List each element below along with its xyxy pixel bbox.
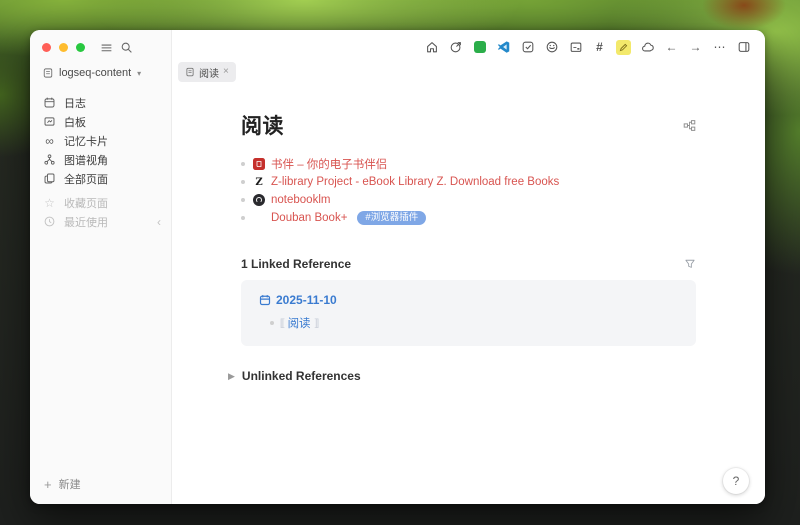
page-title: 阅读	[241, 115, 284, 138]
hash-icon[interactable]: #	[591, 39, 608, 56]
page-reference-link[interactable]: 阅读	[288, 315, 311, 331]
bullet-dot[interactable]	[241, 162, 245, 166]
bullet-list: 书伴 – 你的电子书伴侣 Z Z-library Project - eBook…	[241, 155, 725, 227]
whiteboard-icon	[44, 117, 55, 126]
sidebar-item-all-pages[interactable]: 全部页面	[30, 169, 171, 188]
smiley-plugin-icon[interactable]	[543, 39, 560, 56]
sidebar-item-label: 记忆卡片	[64, 135, 108, 148]
plugins-cloud-icon[interactable]	[639, 39, 656, 56]
main-area: # ← → ⋯ 阅读 × 阅读 书伴 – 你的电子书伴侣 Z Z-library…	[172, 30, 765, 504]
logseq-window: logseq-content ▾ 日志 白板 ∞ 记忆卡片 图谱视角 全部页面 …	[30, 30, 765, 504]
page-content: 阅读 书伴 – 你的电子书伴侣 Z Z-library Project - eB…	[172, 84, 765, 504]
sidebar-item-favorites[interactable]: ☆ 收藏页面	[30, 193, 171, 212]
zlibrary-favicon: Z	[255, 176, 263, 188]
sidebar-item-label: 最近使用	[64, 216, 108, 229]
notebooklm-favicon	[253, 194, 265, 206]
toolbar: # ← → ⋯	[172, 30, 765, 62]
close-window-button[interactable]	[42, 43, 51, 52]
vscode-icon[interactable]	[495, 39, 512, 56]
douban-favicon	[253, 212, 265, 224]
card-icon[interactable]	[567, 39, 584, 56]
forward-icon[interactable]: →	[687, 39, 704, 56]
bullet-dot[interactable]	[241, 180, 245, 184]
sidebar-item-label: 日志	[64, 97, 86, 110]
page-ref-bracket-close: ]]	[314, 317, 319, 329]
tab-bar: 阅读 ×	[172, 62, 765, 84]
tab-label: 阅读	[199, 68, 219, 80]
sidebar-item-label: 收藏页面	[64, 197, 108, 210]
unlinked-references-header: Unlinked References	[241, 369, 361, 383]
highlighter-icon[interactable]	[615, 39, 632, 56]
window-controls	[30, 30, 171, 58]
graph-name: logseq-content	[59, 67, 132, 79]
tab-close-icon[interactable]: ×	[223, 67, 229, 77]
minimize-window-button[interactable]	[59, 43, 68, 52]
new-page-button[interactable]: + 新建	[30, 464, 171, 504]
linked-references-header-row: 1 Linked Reference	[241, 257, 696, 271]
star-icon: ☆	[44, 195, 55, 210]
new-page-label: 新建	[58, 479, 81, 491]
sidebar-item-label: 全部页面	[64, 173, 108, 186]
page-ref-bracket-open: [[	[280, 317, 284, 329]
left-sidebar: logseq-content ▾ 日志 白板 ∞ 记忆卡片 图谱视角 全部页面 …	[30, 30, 172, 504]
calendar-icon	[259, 295, 271, 306]
home-icon[interactable]	[423, 39, 440, 56]
help-button[interactable]: ?	[723, 468, 749, 494]
plus-icon: +	[44, 476, 52, 492]
search-icon[interactable]	[120, 41, 133, 54]
linked-references-header: 1 Linked Reference	[241, 257, 352, 271]
external-link[interactable]: Z-library Project - eBook Library Z. Dow…	[271, 176, 559, 188]
page-graph-icon[interactable]	[683, 119, 696, 132]
journal-date-link[interactable]: 2025-11-10	[276, 293, 337, 307]
book-favicon	[253, 158, 265, 170]
bullet-dot[interactable]	[241, 216, 245, 220]
tasks-check-icon[interactable]	[519, 39, 536, 56]
bullet-dot[interactable]	[241, 198, 245, 202]
graph-document-icon	[43, 68, 53, 78]
sidebar-item-flashcards[interactable]: ∞ 记忆卡片	[30, 131, 171, 150]
calendar-icon	[44, 97, 55, 108]
more-options-icon[interactable]: ⋯	[711, 39, 728, 56]
external-link[interactable]: notebooklm	[271, 194, 330, 206]
bullet-dot[interactable]	[270, 321, 274, 325]
graph-view-icon	[44, 154, 55, 165]
tag-browser-extension[interactable]: #浏览器插件	[357, 210, 427, 226]
filter-icon[interactable]	[684, 258, 696, 270]
flashcards-icon: ∞	[45, 133, 54, 148]
list-item: notebooklm	[241, 191, 725, 209]
graph-selector[interactable]: logseq-content ▾	[30, 58, 171, 79]
zoom-window-button[interactable]	[76, 43, 85, 52]
green-plugin-icon[interactable]	[471, 39, 488, 56]
clock-icon	[44, 216, 55, 227]
sidebar-item-graph-view[interactable]: 图谱视角	[30, 150, 171, 169]
back-icon[interactable]: ←	[663, 39, 680, 56]
sidebar-item-recent[interactable]: 最近使用 ‹	[30, 212, 171, 231]
external-link[interactable]: Douban Book+	[271, 212, 347, 224]
chevron-down-icon: ▾	[137, 68, 142, 78]
sidebar-nav: 日志 白板 ∞ 记忆卡片 图谱视角 全部页面 ☆ 收藏页面 最近使用 ‹	[30, 93, 171, 231]
unlinked-references-toggle[interactable]: ▶ Unlinked References	[228, 369, 725, 383]
collapse-chevron-icon[interactable]: ‹	[157, 216, 161, 228]
sidebar-item-label: 图谱视角	[64, 154, 108, 167]
linked-reference-card: 2025-11-10 [[ 阅读 ]]	[241, 280, 696, 346]
list-item: 书伴 – 你的电子书伴侣	[241, 155, 725, 173]
right-sidebar-toggle-icon[interactable]	[735, 39, 752, 56]
pages-icon	[44, 173, 55, 184]
tab-active[interactable]: 阅读 ×	[178, 62, 236, 82]
tab-document-icon	[186, 67, 194, 77]
toggle-sidebar-icon[interactable]	[100, 41, 113, 54]
sidebar-item-whiteboards[interactable]: 白板	[30, 112, 171, 131]
list-item: Z Z-library Project - eBook Library Z. D…	[241, 173, 725, 191]
sidebar-item-journals[interactable]: 日志	[30, 93, 171, 112]
share-link-icon[interactable]	[447, 39, 464, 56]
list-item: Douban Book+ #浏览器插件	[241, 209, 725, 227]
collapse-arrow-icon: ▶	[228, 370, 235, 381]
sidebar-item-label: 白板	[64, 116, 86, 129]
external-link[interactable]: 书伴 – 你的电子书伴侣	[271, 156, 387, 172]
